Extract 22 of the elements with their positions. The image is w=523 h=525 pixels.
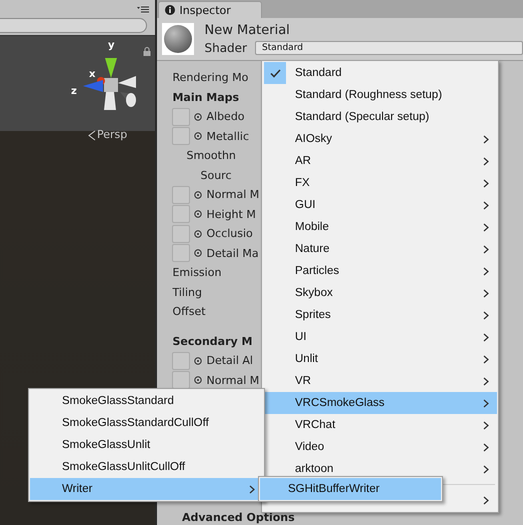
axis-label: y [108,40,115,51]
material-name: New Material [204,23,291,38]
property-label: Metallic [206,130,250,143]
property-label: Height M [206,208,256,221]
axis-label: z [71,86,77,97]
property-label: Occlusio [206,227,253,240]
section-header: Main Maps [172,90,240,104]
property-label: Detail Ma [206,246,259,260]
property-label: Smoothn [186,149,236,162]
property-label: Normal M [206,188,260,202]
axis-label: x [89,69,96,80]
shader-label: Shader [204,41,247,55]
section-header: Advanced Options [182,511,295,524]
property-label: Rendering Mo [172,71,248,84]
property-label: Emission [172,266,222,280]
property-label: Albedo [206,110,245,124]
property-label: Detail Al [206,354,253,368]
property-label: Normal M [206,374,260,387]
property-label: Tiling [172,286,202,299]
property-label: Offset [172,305,206,318]
section-header: Secondary M [172,334,252,348]
property-label: Sourc [200,168,232,182]
